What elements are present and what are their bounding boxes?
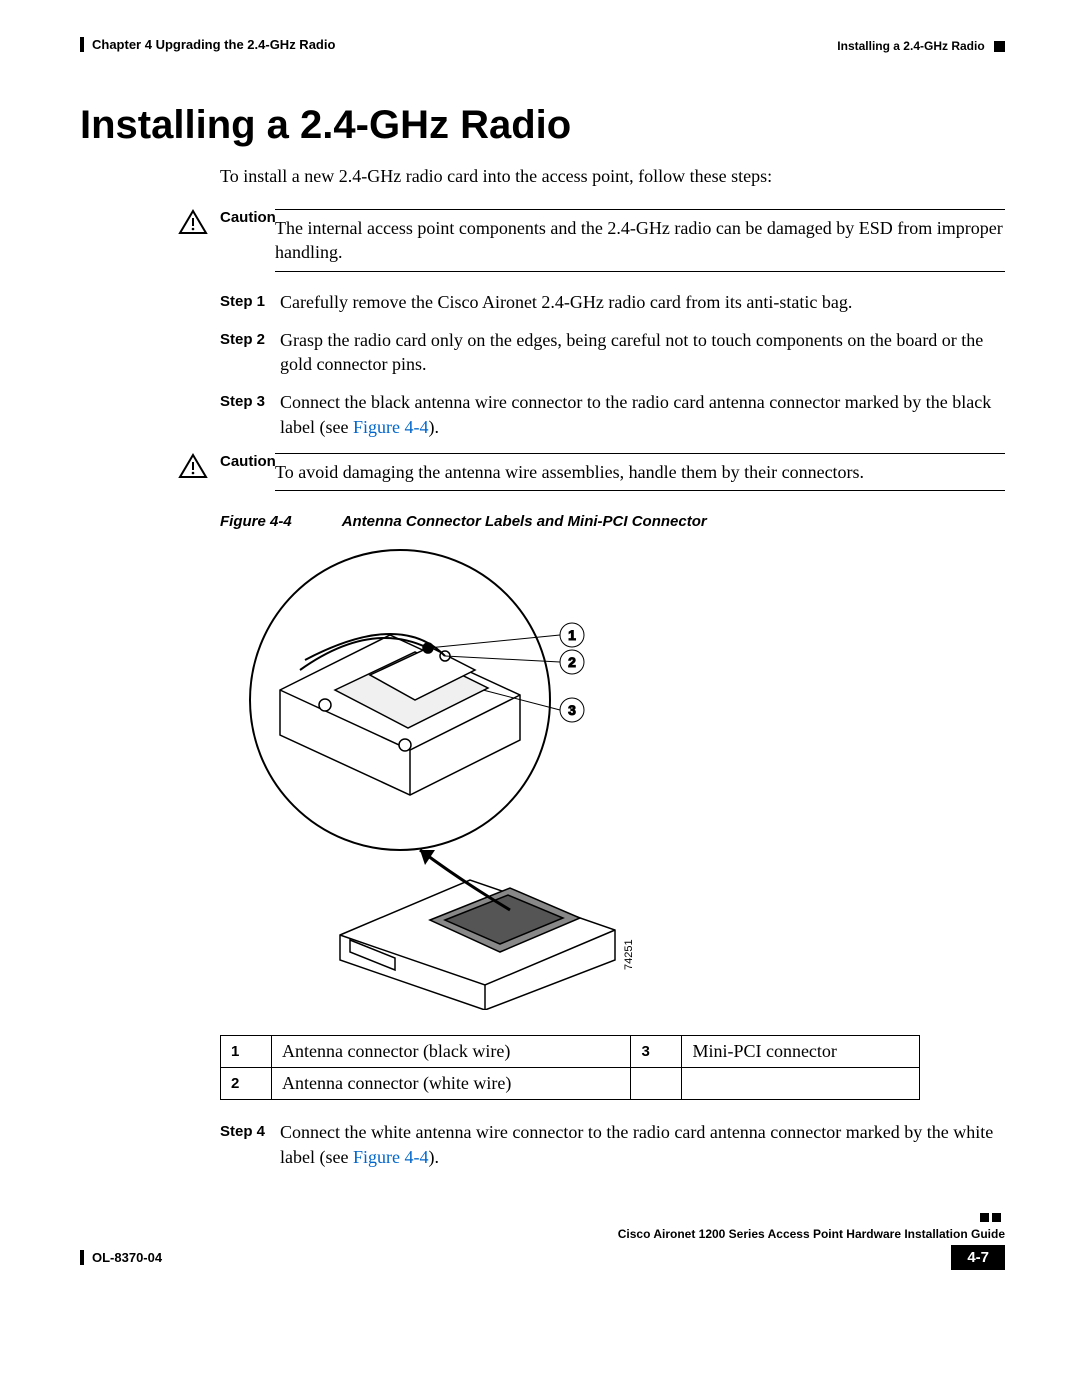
figure-link[interactable]: Figure 4-4 <box>353 1147 429 1167</box>
page-title: Installing a 2.4-GHz Radio <box>80 103 1005 148</box>
step-label: Step 2 <box>220 328 280 350</box>
caution-label: Caution <box>220 209 275 272</box>
svg-text:2: 2 <box>568 654 576 670</box>
svg-text:3: 3 <box>568 702 576 718</box>
header-chapter: Chapter 4 Upgrading the 2.4-GHz Radio <box>92 37 335 52</box>
step-text: Connect the white antenna wire connector… <box>280 1120 1005 1169</box>
callout-num: 3 <box>631 1036 682 1068</box>
footer-doc-number: OL-8370-04 <box>92 1250 162 1265</box>
step-text: Grasp the radio card only on the edges, … <box>280 328 1005 377</box>
callout-desc: Mini-PCI connector <box>682 1036 920 1068</box>
svg-text:1: 1 <box>568 627 576 643</box>
header-section: Installing a 2.4-GHz Radio <box>837 39 984 53</box>
figure-caption: Figure 4-4Antenna Connector Labels and M… <box>220 513 1005 530</box>
step-label: Step 4 <box>220 1120 280 1142</box>
step-text: Connect the black antenna wire connector… <box>280 390 1005 439</box>
page-footer: Cisco Aironet 1200 Series Access Point H… <box>80 1209 1005 1270</box>
callout-table: 1 Antenna connector (black wire) 3 Mini-… <box>220 1035 920 1100</box>
page-header: Chapter 4 Upgrading the 2.4-GHz Radio In… <box>80 35 1005 53</box>
caution-icon <box>178 209 208 235</box>
caution-icon <box>178 453 208 479</box>
footer-book-title: Cisco Aironet 1200 Series Access Point H… <box>80 1227 1005 1241</box>
callout-num: 1 <box>221 1036 272 1068</box>
intro-text: To install a new 2.4-GHz radio card into… <box>220 166 1005 187</box>
svg-text:74251: 74251 <box>623 940 635 971</box>
step-label: Step 1 <box>220 290 280 312</box>
caution-label: Caution <box>220 453 275 491</box>
step-text: Carefully remove the Cisco Aironet 2.4-G… <box>280 290 1005 314</box>
caution-text: To avoid damaging the antenna wire assem… <box>275 453 1005 491</box>
callout-desc: Antenna connector (white wire) <box>272 1068 631 1100</box>
figure-link[interactable]: Figure 4-4 <box>353 417 429 437</box>
caution-text: The internal access point components and… <box>275 209 1005 272</box>
section-marker-icon <box>994 41 1005 52</box>
callout-desc: Antenna connector (black wire) <box>272 1036 631 1068</box>
callout-num: 2 <box>221 1068 272 1100</box>
figure-diagram: 1 2 3 <box>220 540 1005 1015</box>
footer-page-number: 4-7 <box>951 1245 1005 1270</box>
step-label: Step 3 <box>220 390 280 412</box>
